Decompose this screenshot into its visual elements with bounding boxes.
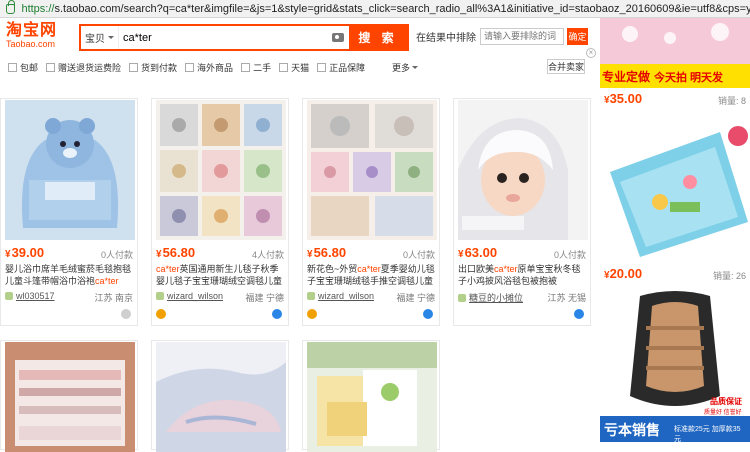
product-card[interactable]: ¥56.80 4人付款 ca*ter英国通用新生儿毯子秋季婴儿毯子宝宝珊瑚绒空调… — [151, 98, 289, 326]
url-text[interactable]: https://s.taobao.com/search?q=ca*ter&img… — [21, 3, 750, 15]
paid-count: 0人付款 — [553, 250, 586, 260]
filter-cod[interactable]: 货到付款 — [129, 61, 177, 74]
search-header: 淘宝网 Taobao.com 宝贝 搜 索 在结果中排除 确定 × — [0, 18, 596, 58]
recommend-sold: 销量: 8 — [717, 96, 746, 106]
shop-link[interactable]: wizard_wilson — [307, 291, 374, 301]
paid-count: 0人付款 — [100, 250, 133, 260]
shop-icon — [307, 292, 315, 300]
shop-location: 江苏 无锡 — [547, 293, 586, 303]
filter-genuine[interactable]: 正品保障 — [317, 61, 365, 74]
product-image[interactable] — [5, 342, 135, 452]
recommend-image[interactable] — [600, 112, 750, 262]
product-card[interactable]: ¥63.00 0人付款 出口欧美ca*ter原单宝宝秋冬毯子小鸡披风浴毯包被抱被… — [453, 98, 591, 326]
checkbox-icon — [129, 62, 139, 72]
filter-secondhand[interactable]: 二手 — [241, 61, 271, 74]
camera-search-button[interactable] — [327, 26, 349, 49]
recommend-item[interactable]: 专业定做 今天拍 明天发 ¥35.00 销量: 8 — [600, 18, 750, 108]
checkbox-icon — [8, 62, 17, 72]
filter-return-insurance[interactable]: 赠送退货运费险 — [46, 61, 121, 74]
recommend-item[interactable]: 品质保证 质量好 信誉好 亏本销售 标准款25元 加厚款35元 — [600, 286, 750, 443]
footer-small: 标准款25元 加厚款35元 — [674, 426, 741, 443]
filter-free-shipping[interactable]: 包邮 — [8, 61, 38, 74]
search-input[interactable] — [119, 26, 327, 49]
product-price: ¥39.00 — [5, 245, 45, 260]
shop-location: 江苏 南京 — [94, 293, 133, 303]
product-card[interactable] — [0, 340, 138, 452]
shop-location: 福建 宁德 — [396, 293, 435, 303]
product-image[interactable] — [307, 100, 437, 240]
product-card[interactable] — [151, 340, 289, 452]
filter-bar: 包邮 赠送退货运费险 货到付款 海外商品 二手 天猫 正品保障 更多 合并卖家 — [0, 58, 595, 76]
wangwang-icon[interactable] — [121, 309, 131, 319]
product-card[interactable]: ¥56.80 0人付款 新花色~外贸ca*ter夏季婴幼儿毯子宝宝珊瑚绒毯手推空… — [302, 98, 440, 326]
taobao-logo[interactable]: 淘宝网 Taobao.com — [6, 22, 62, 52]
product-title[interactable]: 婴儿浴巾席羊毛绒蜜菸毛毯抱毯儿童斗篷带帽浴巾浴袍ca*ter — [5, 263, 135, 287]
search-type-dropdown[interactable]: 宝贝 — [81, 26, 119, 49]
product-card[interactable]: ¥39.00 0人付款 婴儿浴巾席羊毛绒蜜菸毛毯抱毯儿童斗篷带帽浴巾浴袍ca*t… — [0, 98, 138, 326]
product-image[interactable] — [156, 100, 286, 240]
recommend-item[interactable]: ¥20.00 销量: 26 — [600, 112, 750, 282]
product-image[interactable] — [5, 100, 135, 240]
product-image[interactable] — [458, 100, 588, 240]
shop-icon — [156, 292, 164, 300]
filter-tmall[interactable]: 天猫 — [279, 61, 309, 74]
shop-icon — [5, 292, 13, 300]
merge-sellers-button[interactable]: 合并卖家 — [547, 59, 585, 74]
exclude-confirm-button[interactable]: 确定 — [567, 27, 588, 45]
browser-address-bar[interactable]: https://s.taobao.com/search?q=ca*ter&img… — [0, 0, 750, 18]
close-icon[interactable]: × — [586, 48, 596, 58]
recommend-price: ¥20.00 — [604, 266, 643, 281]
camera-icon — [332, 33, 344, 42]
exclude-filter: 在结果中排除 确定 — [416, 18, 588, 54]
more-filters-button[interactable]: 更多 — [392, 61, 418, 74]
product-image[interactable] — [307, 342, 437, 452]
recommend-image[interactable] — [600, 286, 750, 442]
exclude-label: 在结果中排除 — [416, 32, 476, 44]
lock-icon — [6, 0, 16, 14]
wangwang-icon[interactable] — [574, 309, 584, 319]
search-page: 淘宝网 Taobao.com 宝贝 搜 索 在结果中排除 确定 × 包邮 赠送退… — [0, 18, 596, 452]
product-title[interactable]: ca*ter英国通用新生儿毯子秋季婴儿毯子宝宝珊瑚绒空调毯儿童抱被 — [156, 263, 286, 287]
filter-overseas[interactable]: 海外商品 — [185, 61, 233, 74]
shop-link[interactable]: wl030517 — [5, 291, 55, 301]
recommendation-column: 专业定做 今天拍 明天发 ¥35.00 销量: 8 ¥20.00 销量: 26 — [600, 18, 750, 443]
product-price: ¥63.00 — [458, 245, 498, 260]
product-price: ¥56.80 — [307, 245, 347, 260]
search-box: 宝贝 搜 索 — [79, 24, 409, 51]
overlay-quality: 品质保证 — [710, 397, 742, 406]
gold-seller-icon[interactable] — [307, 309, 317, 319]
wangwang-icon[interactable] — [272, 309, 282, 319]
shop-location: 福建 宁德 — [245, 293, 284, 303]
paid-count: 4人付款 — [251, 250, 284, 260]
shop-icon — [458, 293, 466, 302]
exclude-input[interactable] — [480, 27, 564, 45]
checkbox-icon — [185, 62, 195, 72]
checkbox-icon — [46, 62, 56, 72]
banner-text-custom: 专业定做 — [602, 70, 651, 84]
checkbox-icon — [241, 62, 251, 72]
shop-link[interactable]: wizard_wilson — [156, 291, 223, 301]
footer-sale: 亏本销售 — [604, 422, 660, 438]
checkbox-icon — [317, 62, 327, 72]
gold-seller-icon[interactable] — [156, 309, 166, 319]
product-price: ¥56.80 — [156, 245, 196, 260]
banner-text-ship: 今天拍 明天发 — [654, 72, 724, 84]
product-image[interactable] — [156, 342, 286, 452]
product-title[interactable]: 新花色~外贸ca*ter夏季婴幼儿毯子宝宝珊瑚绒毯手推空调毯儿童抱被 — [307, 263, 437, 287]
recommend-price: ¥35.00 — [604, 91, 643, 106]
product-card[interactable] — [302, 340, 440, 452]
wangwang-icon[interactable] — [423, 309, 433, 319]
recommend-sold: 销量: 26 — [712, 271, 746, 281]
overlay-reputation: 质量好 信誉好 — [704, 410, 742, 416]
shop-link[interactable]: 糖豆的小摊位 — [458, 291, 523, 304]
paid-count: 0人付款 — [402, 250, 435, 260]
product-title[interactable]: 出口欧美ca*ter原单宝宝秋冬毯子小鸡披风浴毯包被抱被 — [458, 263, 588, 287]
search-button[interactable]: 搜 索 — [349, 26, 407, 49]
checkbox-icon — [279, 62, 289, 72]
